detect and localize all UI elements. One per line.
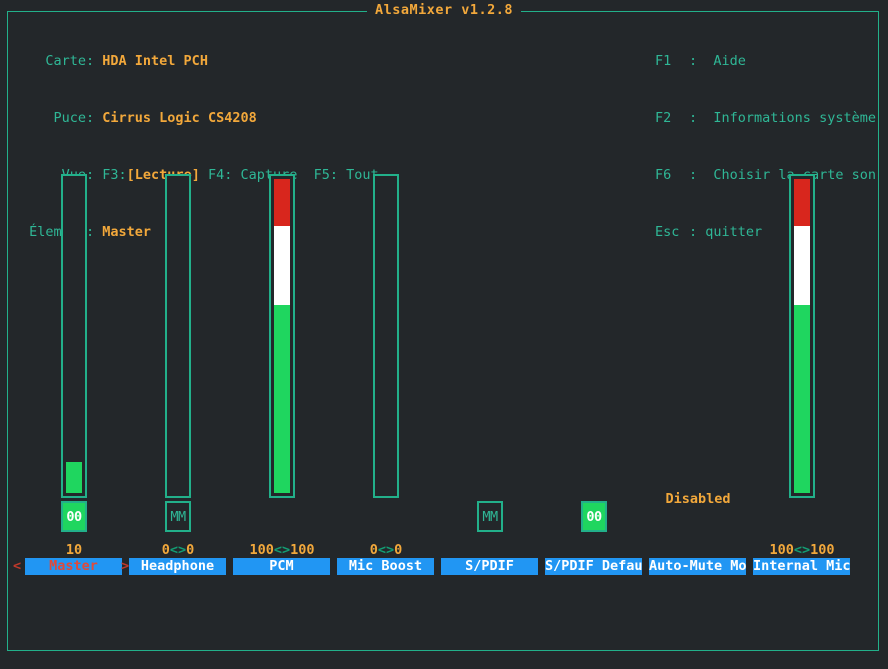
- volume-segment-green: [66, 461, 82, 493]
- channel-value: 100<>100: [750, 542, 854, 558]
- channel-name-label[interactable]: Mic Boost: [337, 558, 434, 575]
- channel-name-label[interactable]: PCM: [233, 558, 330, 575]
- channel-value-separator: <>: [169, 542, 187, 558]
- channel-value: 0<>0: [334, 542, 438, 558]
- channel-name-label[interactable]: S/PDIF Defau: [545, 558, 642, 575]
- channel-name-label[interactable]: Master: [25, 558, 122, 575]
- volume-fill: [274, 179, 290, 493]
- volume-slider-track[interactable]: [269, 174, 295, 498]
- channel-value-right: 100: [810, 542, 835, 558]
- mute-toggle[interactable]: 00: [581, 501, 607, 532]
- volume-slider-track[interactable]: [61, 174, 87, 498]
- channel-value: 100<>100: [230, 542, 334, 558]
- channel-value-separator: <>: [273, 542, 291, 558]
- channel-value-separator: <>: [793, 542, 811, 558]
- channel-name-label[interactable]: Auto-Mute Mo: [649, 558, 746, 575]
- volume-fill: [170, 179, 186, 493]
- volume-slider-track[interactable]: [789, 174, 815, 498]
- channel-value-left: 0: [369, 542, 378, 558]
- mute-toggle[interactable]: 00: [61, 501, 87, 532]
- mute-toggle[interactable]: MM: [477, 501, 503, 532]
- volume-segment-red: [794, 179, 810, 227]
- volume-segment-white: [794, 226, 810, 305]
- prev-channel-arrow[interactable]: <: [13, 558, 21, 575]
- channel-name-label[interactable]: Internal Mic: [753, 558, 850, 575]
- next-channel-arrow[interactable]: >: [121, 558, 129, 575]
- channel-name-label[interactable]: S/PDIF: [441, 558, 538, 575]
- channel-name-label[interactable]: Headphone: [129, 558, 226, 575]
- volume-slider-track[interactable]: [165, 174, 191, 498]
- volume-slider-track[interactable]: [373, 174, 399, 498]
- volume-segment-green: [794, 304, 810, 493]
- volume-fill: [66, 179, 82, 493]
- volume-segment-red: [274, 179, 290, 227]
- channel-value-right: 100: [290, 542, 315, 558]
- channel-value-left: 0: [161, 542, 170, 558]
- channel-value-left: 100: [769, 542, 794, 558]
- channel-value: 0<>0: [126, 542, 230, 558]
- volume-segment-green: [274, 304, 290, 493]
- channel-value-left: 100: [249, 542, 274, 558]
- channel-status-text: Disabled: [665, 491, 731, 507]
- volume-fill: [378, 179, 394, 493]
- volume-fill: [794, 179, 810, 493]
- mute-toggle[interactable]: MM: [165, 501, 191, 532]
- channel-value-separator: <>: [377, 542, 395, 558]
- channel-value-right: 0: [186, 542, 195, 558]
- alsamixer-window: AlsaMixer v1.2.8 Carte: HDA Intel PCH Pu…: [0, 0, 888, 669]
- mixer-channel-area: 00 10 Master < > MM 0<>0 Headphone 100<>100 PCM 0<…: [0, 0, 888, 669]
- channel-value: 10: [65, 542, 83, 558]
- channel-value-right: 0: [394, 542, 403, 558]
- volume-segment-white: [274, 226, 290, 305]
